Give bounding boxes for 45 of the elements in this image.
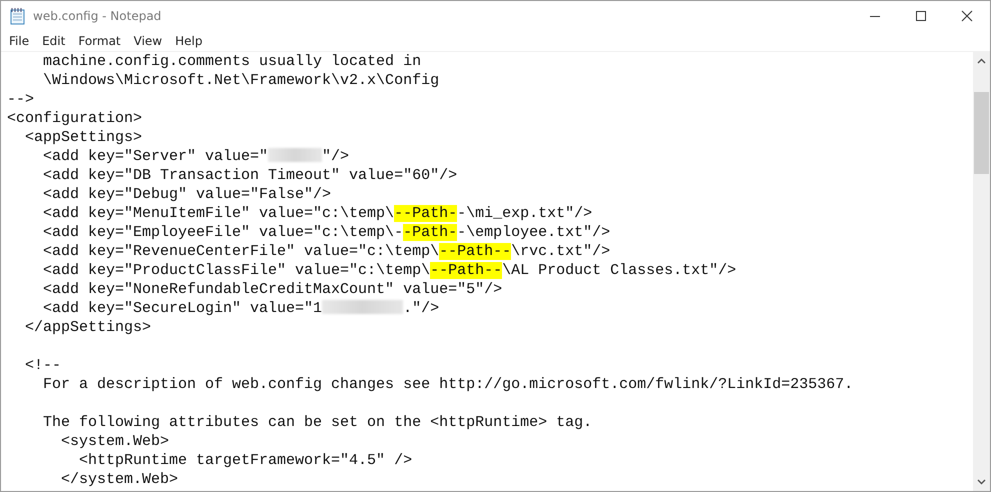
code-text: <add key="Server" value=" — [42, 148, 268, 165]
code-text: <add key="NoneRefundableCreditMaxCount" value="5"/> — [42, 281, 502, 298]
menu-item[interactable]: Format — [72, 34, 127, 48]
window-title: web.config - Notepad — [33, 8, 162, 22]
code-text: \AL Product Classes.txt"/> — [502, 262, 736, 279]
menu-item[interactable]: View — [128, 34, 168, 48]
scroll-down-icon[interactable] — [977, 479, 986, 485]
highlighted-text: --Path-- — [430, 262, 502, 279]
code-text: -\mi_exp.txt"/> — [457, 205, 592, 222]
menu-item[interactable]: Edit — [36, 34, 72, 48]
code-text: ."/> — [403, 300, 440, 317]
code-text: <appSettings> — [24, 129, 142, 146]
code-text: -\employee.txt"/> — [457, 224, 610, 241]
highlighted-text: -Path- — [403, 224, 458, 241]
code-text: <add key="ProductClassFile" value="c:\temp\ — [42, 262, 430, 279]
scroll-up-icon[interactable] — [977, 58, 986, 64]
code-text: <add key="Debug" value="False"/> — [42, 186, 332, 203]
code-text: </system.Web> — [60, 471, 178, 488]
highlighted-text: --Path- — [394, 205, 458, 222]
notepad-icon — [10, 6, 26, 24]
code-text: \Windows\Microsoft.Net\Framework\v2.x\Config — [42, 72, 440, 89]
code-text: <configuration> — [7, 110, 142, 127]
code-text: <httpRuntime targetFramework="4.5" /> — [78, 452, 412, 469]
menu-item[interactable]: File — [3, 34, 36, 48]
code-text: <add key="EmployeeFile" value="c:\temp\- — [42, 224, 404, 241]
code-text: <!-- — [24, 357, 62, 374]
menu-item[interactable]: Help — [169, 34, 208, 48]
code-text: <add key="RevenueCenterFile" value="c:\temp\ — [42, 243, 440, 260]
code-text: machine.config.comments usually located in — [42, 53, 422, 70]
code-text: <add key="SecureLogin" value="1 — [42, 300, 322, 317]
code-text: "/> — [322, 148, 350, 165]
maximize-icon — [915, 10, 927, 22]
code-text: \rvc.txt"/> — [511, 243, 610, 260]
blurred-redaction — [268, 148, 322, 162]
code-text: </appSettings> — [24, 319, 152, 336]
close-icon — [961, 10, 973, 22]
highlighted-text: --Path-- — [439, 243, 512, 260]
code-text: <system.Web> — [60, 433, 170, 450]
vertical-scrollbar[interactable] — [973, 52, 990, 491]
code-text: <add key="MenuItemFile" value="c:\temp\ — [42, 205, 394, 222]
code-text: <add key="DB Transaction Timeout" value="60"/> — [42, 167, 458, 184]
code-text: The following attributes can be set on the <httpRuntime> tag. — [42, 414, 592, 431]
code-text: --> — [7, 91, 34, 108]
code-text: For a description of web.config changes see http://go.microsoft.com/fwlink/?LinkId=235367. — [42, 376, 854, 393]
scrollbar-thumb[interactable] — [974, 92, 989, 174]
